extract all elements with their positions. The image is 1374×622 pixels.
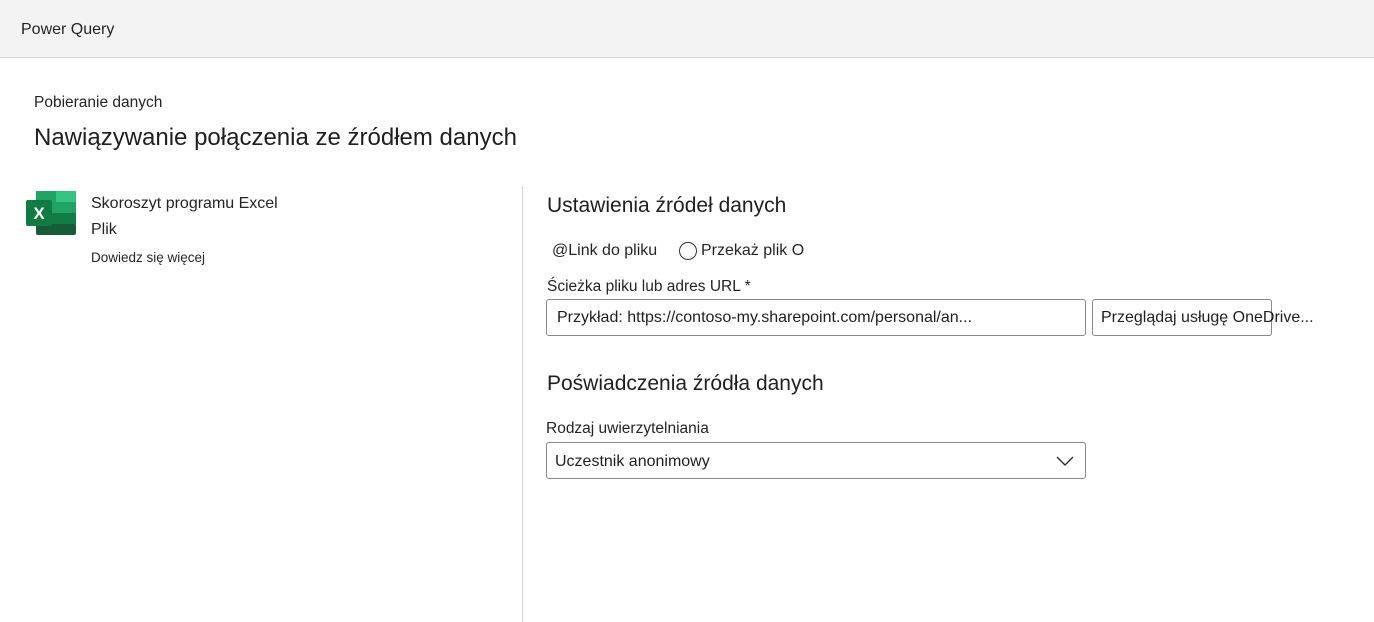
upload-file-option[interactable]: Przekaż plik O	[679, 241, 804, 261]
learn-more-link[interactable]: Dowiedz się więcej	[91, 250, 205, 265]
auth-kind-value: Uczestnik anonimowy	[555, 453, 710, 470]
file-path-label: Ścieżka pliku lub adres URL *	[547, 278, 751, 295]
browse-onedrive-button[interactable]: Przeglądaj usługę OneDrive...	[1092, 299, 1314, 336]
radio-button[interactable]	[679, 242, 697, 260]
excel-icon: X	[26, 191, 76, 235]
chevron-down-icon	[1055, 451, 1075, 471]
app-title: Power Query	[21, 21, 115, 38]
connector-name: Skoroszyt programu Excel	[91, 195, 278, 212]
credentials-section-title: Poświadczenia źródła danych	[547, 372, 824, 395]
link-to-file-option[interactable]: @Link do pliku	[552, 242, 657, 260]
page-title: Nawiązywanie połączenia ze źródłem danyc…	[34, 124, 517, 151]
upload-file-label: Przekaż plik O	[701, 242, 805, 259]
breadcrumb: Pobieranie danych	[34, 94, 163, 111]
panel-divider	[522, 186, 523, 622]
file-path-input[interactable]	[546, 299, 1086, 336]
title-bar: Power Query	[0, 0, 1374, 58]
auth-kind-label: Rodzaj uwierzytelniania	[546, 420, 709, 437]
connector-category: Plik	[91, 221, 117, 238]
svg-text:X: X	[33, 204, 45, 223]
settings-section-title: Ustawienia źródeł danych	[547, 194, 787, 217]
auth-kind-dropdown[interactable]: Uczestnik anonimowy	[546, 442, 1086, 479]
